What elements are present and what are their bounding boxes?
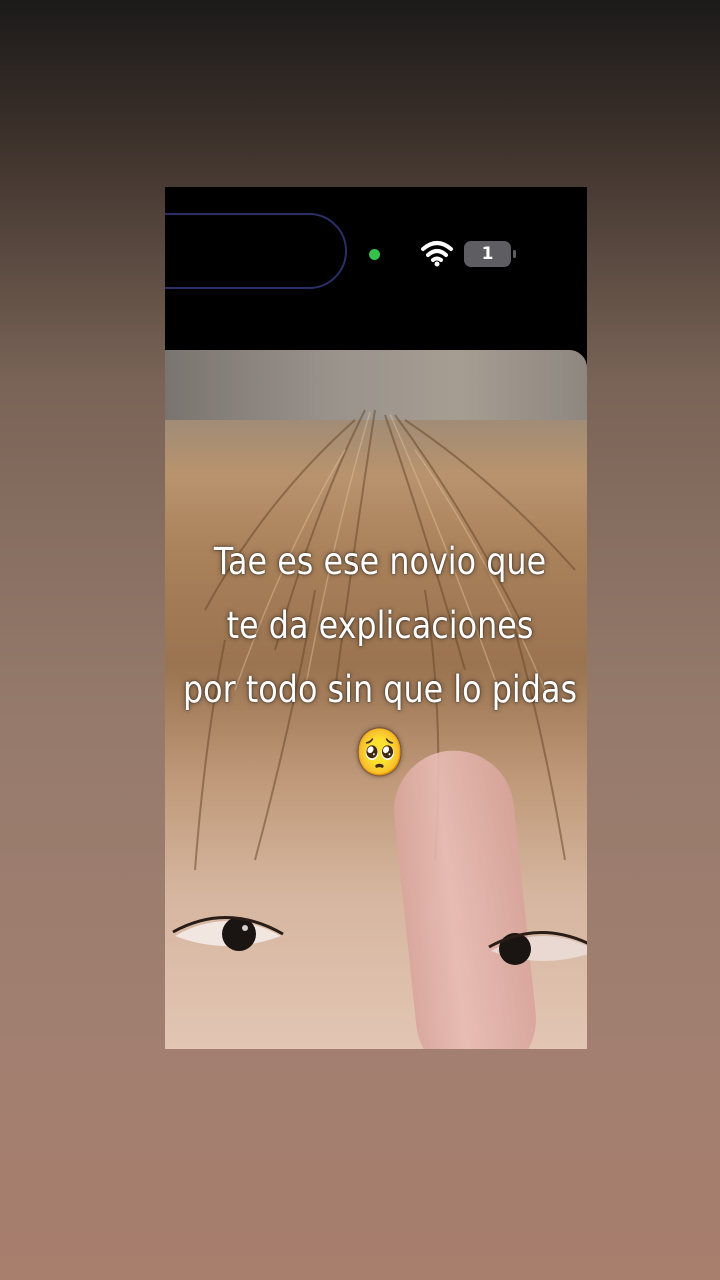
caption-overlay: Tae es ese novio que te da explicaciones… [174,530,587,780]
camera-indicator-dot [369,249,380,260]
caption-line-3: por todo sin que lo pidas [182,668,578,711]
pleading-face-emoji-icon: 🥺 [355,725,405,779]
status-bar: 1 [165,187,587,350]
caption-line-2: te da explicaciones [226,604,534,647]
right-eye [488,931,587,965]
wifi-icon [421,241,453,267]
left-eye [172,916,284,951]
battery-icon: 1 [464,241,516,267]
caption-line-1: Tae es ese novio que [213,540,547,583]
battery-level-text: 1 [481,244,494,264]
dynamic-island [165,213,347,289]
